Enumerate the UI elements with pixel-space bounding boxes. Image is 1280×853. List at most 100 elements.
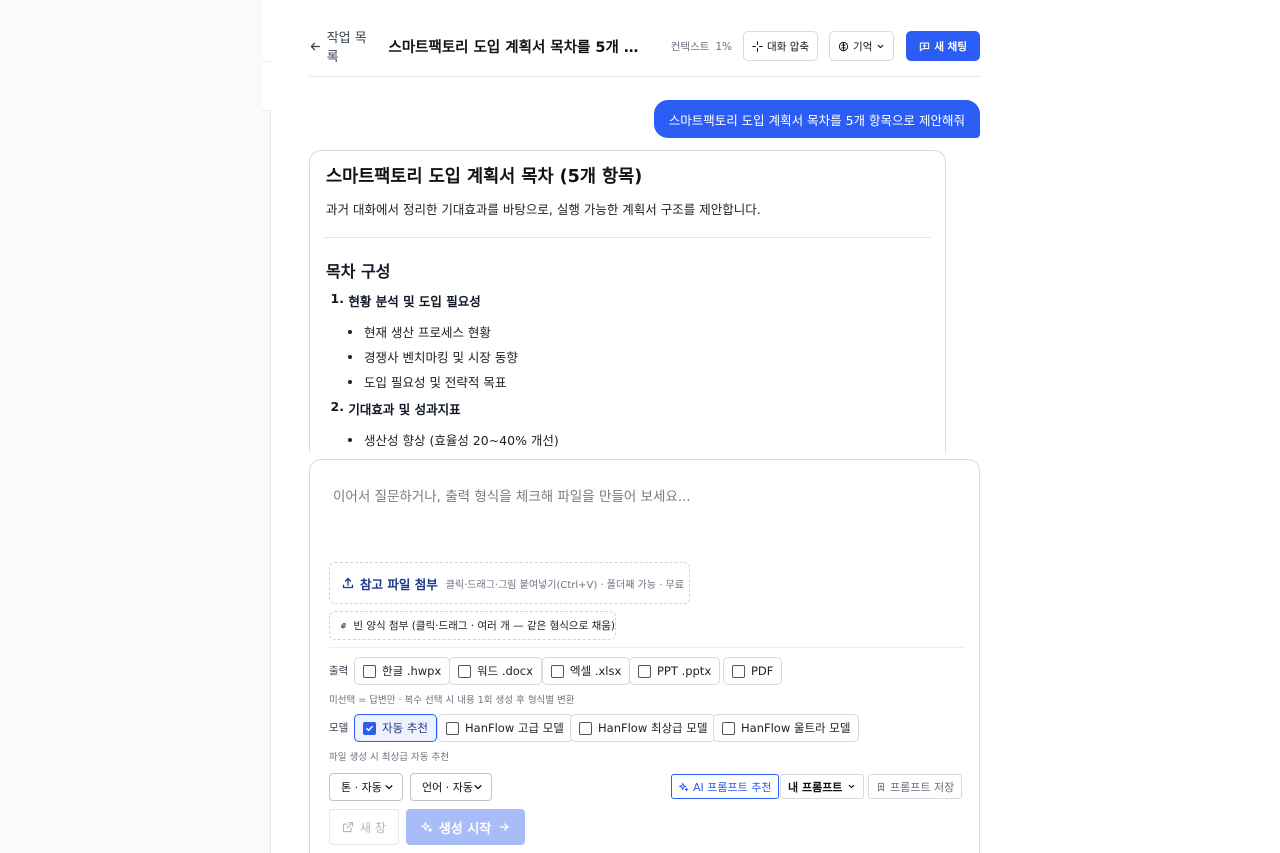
memory-dropdown[interactable]: 기억 [829,31,895,61]
bookmark-plus-icon [878,782,884,791]
generate-label: 생성 시작 [438,821,492,837]
compress-label: 대화 압축 [767,40,810,53]
save-prompt-label: 프롬프트 저장 [890,780,955,794]
new-chat-label: 새 채팅 [934,40,967,53]
compress-chat-button[interactable]: 대화 압축 [743,31,819,61]
section-title: 현황 분석 및 도입 필요성 [348,294,481,309]
checkbox [638,664,651,678]
model-advanced-checkbox[interactable]: HanFlow 고급 모델 [437,714,573,742]
memory-label: 기억 [853,40,873,53]
header-divider [309,76,980,77]
composer-panel: 이어서 질문하거나, 출력 형식을 체크해 파일을 만들어 보세요... 참고 … [309,459,980,853]
model-ultra-checkbox[interactable]: HanFlow 울트라 모델 [713,714,860,742]
model-premium-checkbox[interactable]: HanFlow 최상급 모델 [570,714,717,742]
sidebar-edge-top [262,0,271,62]
answer-title: 스마트팩토리 도입 계획서 목차 (5개 항목) [326,167,643,187]
checkbox [722,721,735,735]
context-usage: 컨텍스트 1% [671,39,732,54]
attach-hint: 클릭·드래그·그림 붙여넣기(Ctrl+V) · 폴더째 가능 · 무료 [445,579,684,591]
option-label: PPT .pptx [657,664,712,678]
option-label: 한글 .hwpx [382,664,442,678]
paperclip-icon [341,622,346,629]
chevron-down-icon [474,785,482,790]
output-xlsx-checkbox[interactable]: 엑셀 .xlsx [542,657,631,685]
output-note: 미선택 = 답변만 · 복수 선택 시 내용 1회 생성 후 형식별 변환 [329,695,575,706]
chat-plus-icon [920,42,930,51]
upload-icon [342,577,354,589]
section-bullets: 현재 생산 프로세스 현황 경쟁사 벤치마킹 및 시장 동향 도입 필요성 및 … [326,319,929,394]
output-pptx-checkbox[interactable]: PPT .pptx [629,657,721,685]
checkbox [446,721,459,735]
arrow-left-icon [310,42,320,50]
section-number: 2. [330,399,344,414]
toc-heading: 목차 구성 [326,262,391,281]
answer-divider [324,237,931,238]
new-window-button[interactable]: 새 창 [329,809,399,845]
model-note: 파일 생성 시 최상급 자동 추천 [329,752,449,763]
section-bullets: 생산성 향상 (효율성 20~40% 개선) [326,427,929,452]
answer-lead: 과거 대화에서 정리한 기대효과를 바탕으로, 실행 가능한 계획서 구조를 제… [326,202,761,217]
option-label: 자동 추천 [382,721,428,735]
checkbox-checked [363,721,376,735]
chevron-down-icon [385,785,393,790]
list-item: 현재 생산 프로세스 현황 [326,319,929,344]
left-sidebar [0,0,271,853]
chevron-down-icon [849,784,855,789]
output-hwpx-checkbox[interactable]: 한글 .hwpx [354,657,451,685]
chat-header: 작업 목록 스마트팩토리 도입 계획서 목차를 5개 항목으로 제안해줘 컨텍스… [309,27,980,65]
tone-select[interactable]: 톤 · 자동 [329,773,403,801]
list-item: 경쟁사 벤치마킹 및 시장 동향 [326,344,929,369]
section-number: 1. [330,291,344,306]
option-label: 워드 .docx [477,664,533,678]
option-label: 엑셀 .xlsx [570,664,622,678]
sparkle-icon [679,782,689,791]
page-title: 스마트팩토리 도입 계획서 목차를 5개 항목으로 제안해줘 [388,39,651,56]
context-label: 컨텍스트 [670,40,710,53]
list-item: 생산성 향상 (효율성 20~40% 개선) [326,427,929,452]
back-to-task-list[interactable]: 작업 목록 [309,27,377,65]
user-message-bubble: 스마트팩토리 도입 계획서 목차를 5개 항목으로 제안해줘 [653,100,980,138]
context-percent: 1% [715,40,733,53]
ai-prompt-recommend-button[interactable]: AI 프롬프트 추천 [671,774,780,799]
check-icon [366,725,373,731]
attach-reference-file[interactable]: 참고 파일 첨부 클릭·드래그·그림 붙여넣기(Ctrl+V) · 폴더째 가능… [329,562,690,604]
ai-prompt-label: AI 프롬프트 추천 [693,780,772,794]
model-auto-checkbox[interactable]: 자동 추천 [354,714,437,742]
output-label: 출력 [329,665,349,677]
assistant-answer-card: 스마트팩토리 도입 계획서 목차 (5개 항목) 과거 대화에서 정리한 기대효… [309,150,946,452]
checkbox [363,664,376,678]
list-item: 도입 필요성 및 전략적 목표 [326,369,929,394]
checkbox [458,664,471,678]
option-label: HanFlow 고급 모델 [465,721,564,735]
attach-label: 참고 파일 첨부 [360,576,438,592]
sparkle-icon [421,821,432,833]
new-window-label: 새 창 [360,820,386,835]
generate-start-button[interactable]: 생성 시작 [406,809,525,845]
output-docx-checkbox[interactable]: 워드 .docx [449,657,542,685]
composer-divider [329,647,965,648]
tone-value: 톤 · 자동 [341,781,382,794]
sparkle-icon [752,40,763,52]
checkbox [732,664,745,678]
model-label: 모델 [329,722,349,734]
new-chat-button[interactable]: 새 채팅 [906,31,980,61]
my-prompt-dropdown[interactable]: 내 프롬프트 [780,774,865,799]
checkbox [551,664,564,678]
option-label: HanFlow 울트라 모델 [741,721,851,735]
save-prompt-button[interactable]: 프롬프트 저장 [868,774,963,799]
option-label: PDF [751,664,774,678]
external-link-icon [342,821,354,833]
message-input[interactable]: 이어서 질문하거나, 출력 형식을 체크해 파일을 만들어 보세요... [333,485,691,505]
brain-icon [838,41,849,51]
chevron-down-icon [878,44,884,48]
attach-blank-form[interactable]: 빈 양식 첨부 (클릭·드래그 · 여러 개 — 같은 형식으로 채움) [329,611,616,640]
language-select[interactable]: 언어 · 자동 [410,773,492,801]
output-pdf-checkbox[interactable]: PDF [723,657,783,685]
section-title: 기대효과 및 성과지표 [348,402,461,417]
my-prompt-label: 내 프롬프트 [788,780,843,794]
language-value: 언어 · 자동 [422,781,473,794]
back-label: 작업 목록 [326,31,367,65]
toc-section: 2. 기대효과 및 성과지표 [326,399,929,418]
checkbox [579,721,592,735]
sidebar-edge-row [262,61,271,111]
